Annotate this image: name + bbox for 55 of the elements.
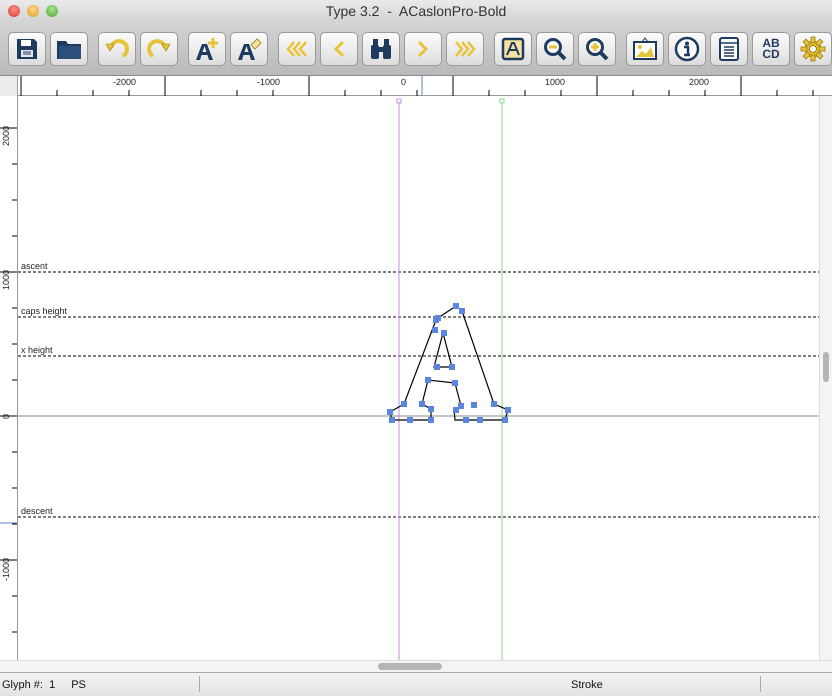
find-button[interactable] [362, 32, 400, 66]
render-mode-label: Stroke [571, 678, 603, 690]
image-button[interactable] [626, 32, 664, 66]
ruler-label: -2000 [113, 77, 136, 87]
metric-label: descent [20, 506, 53, 516]
ruler-label: 2000 [689, 77, 710, 87]
first-button[interactable] [278, 32, 316, 66]
zoom-in-icon [585, 36, 609, 60]
last-button[interactable] [446, 32, 484, 66]
zoom-out-icon [543, 36, 567, 60]
metric-label: caps height [20, 306, 68, 316]
redo-icon [147, 38, 171, 60]
open-button[interactable] [50, 32, 88, 66]
undo-button[interactable] [98, 32, 136, 66]
zoom-out-button[interactable] [536, 32, 574, 66]
settings-button[interactable] [794, 32, 832, 66]
save-icon [15, 36, 39, 60]
letter-frame-icon [501, 36, 525, 60]
ruler-label: 0 [1, 414, 11, 420]
glyph-number-label: Glyph #: 1 [2, 678, 56, 690]
ruler-label: 2000 [1, 126, 11, 146]
picture-icon [632, 36, 658, 60]
metric-label: ascent [20, 261, 48, 271]
double-left-chevron-icon [285, 40, 309, 58]
close-icon[interactable] [8, 5, 20, 17]
outline-format-label: PS [71, 678, 86, 690]
redo-button[interactable] [140, 32, 178, 66]
ruler-label: -1000 [1, 558, 11, 582]
ruler-label: 1000 [1, 270, 11, 290]
settings-icon [800, 36, 826, 62]
undo-icon [105, 38, 129, 60]
document-list-icon [718, 36, 740, 62]
double-right-chevron-icon [453, 40, 477, 58]
add-glyph-button[interactable] [188, 32, 226, 66]
right-chevron-icon [416, 40, 430, 58]
edit-glyph-button[interactable] [230, 32, 268, 66]
binoculars-icon [369, 38, 393, 60]
character-set-button[interactable]: AB CD [752, 32, 790, 66]
zoom-in-button[interactable] [578, 32, 616, 66]
list-button[interactable] [710, 32, 748, 66]
metric-label: x height [20, 345, 53, 355]
info-icon [674, 36, 700, 62]
glyph-canvas[interactable]: ascent caps height x height descent [18, 96, 820, 660]
ruler-label: 1000 [545, 77, 566, 87]
glyph-outline[interactable] [386, 303, 511, 423]
window-title: Type 3.2 - ACaslonPro-Bold [326, 3, 506, 19]
ruler-label: -1000 [257, 77, 280, 87]
erase-letter-icon [236, 36, 262, 60]
save-button[interactable] [8, 32, 46, 66]
left-chevron-icon [332, 40, 346, 58]
glyph-view-button[interactable] [494, 32, 532, 66]
add-letter-icon [194, 36, 220, 60]
ruler-label: 0 [401, 77, 406, 87]
info-button[interactable] [668, 32, 706, 66]
zoom-icon[interactable] [46, 5, 58, 17]
